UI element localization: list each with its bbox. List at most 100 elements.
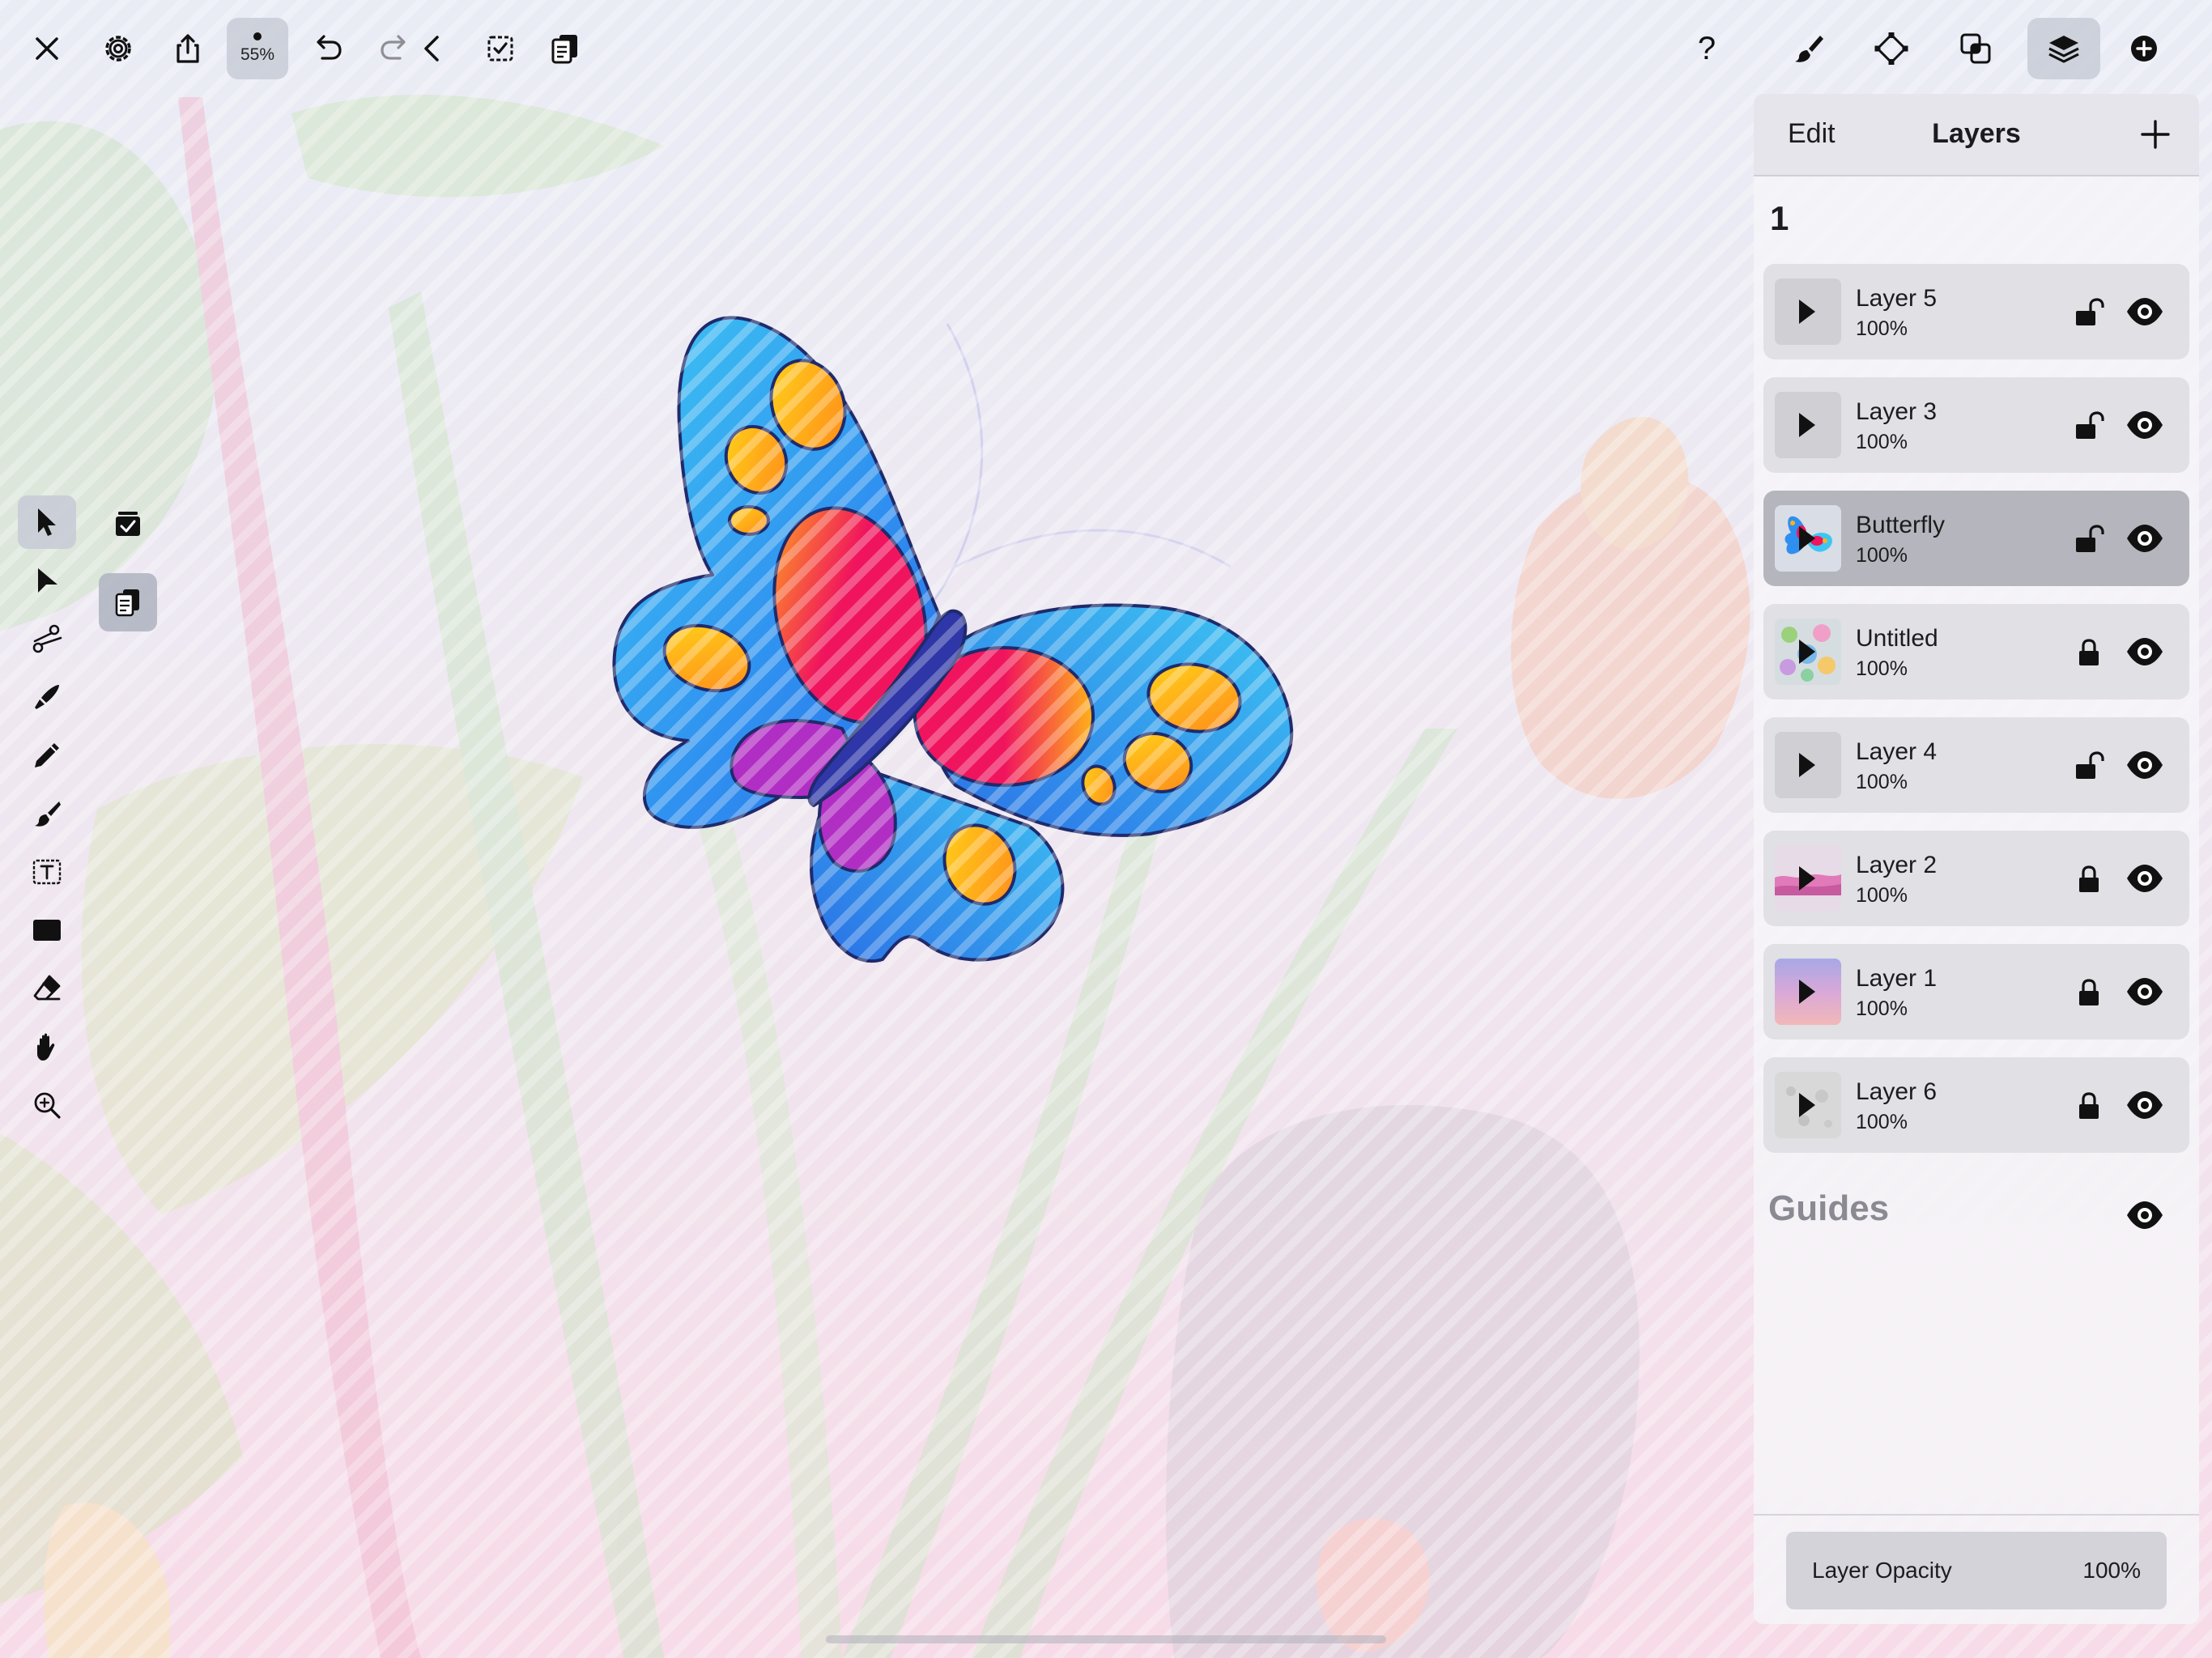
- layer-opacity: 100%: [1856, 317, 1908, 340]
- visibility-eye-icon[interactable]: [2125, 746, 2165, 784]
- layer-row[interactable]: Layer 5 100%: [1763, 264, 2189, 359]
- settings-button[interactable]: [87, 18, 149, 79]
- layer-row[interactable]: Layer 2 100%: [1763, 831, 2189, 926]
- combine-shapes-button[interactable]: [1945, 18, 2006, 79]
- panel-divider: [1754, 1514, 2199, 1516]
- anchor-diamond-icon: [1874, 32, 1908, 65]
- layer-row[interactable]: Layer 3 100%: [1763, 377, 2189, 473]
- direct-select-tool[interactable]: [18, 554, 76, 607]
- layer-row[interactable]: Layer 4 100%: [1763, 717, 2189, 813]
- guides-label: Guides: [1768, 1188, 1890, 1228]
- visibility-eye-icon[interactable]: [2125, 860, 2165, 897]
- add-layer-button[interactable]: [2131, 110, 2180, 159]
- unlock-icon[interactable]: [2073, 296, 2105, 329]
- layer-thumbnail: [1775, 1072, 1841, 1138]
- combine-shapes-icon: [1960, 33, 1991, 64]
- layer-row-selected[interactable]: Butterfly 100%: [1763, 491, 2189, 586]
- lock-icon[interactable]: [2073, 636, 2105, 669]
- expand-triangle-icon[interactable]: [1799, 866, 1815, 891]
- pencil-icon: [35, 743, 59, 767]
- shape-icon: [33, 920, 61, 941]
- shape-tool[interactable]: [18, 903, 76, 957]
- copy-button[interactable]: [99, 573, 157, 631]
- back-chevron-icon: [424, 36, 439, 62]
- expand-triangle-icon[interactable]: [1799, 980, 1815, 1004]
- help-button[interactable]: ?: [1676, 18, 1738, 79]
- layer-name: Layer 4: [1856, 738, 1938, 765]
- guides-visibility-eye-icon[interactable]: [2125, 1197, 2165, 1234]
- lock-icon[interactable]: [2073, 1090, 2105, 1122]
- lock-icon[interactable]: [2073, 976, 2105, 1009]
- add-button[interactable]: [2113, 18, 2175, 79]
- layer-name: Layer 6: [1856, 1078, 1938, 1105]
- back-button[interactable]: [408, 18, 457, 79]
- expand-triangle-icon[interactable]: [1799, 526, 1815, 551]
- layer-opacity: 100%: [1856, 884, 1908, 907]
- share-button[interactable]: [157, 18, 219, 79]
- hand-tool[interactable]: [18, 1020, 76, 1073]
- unlock-icon[interactable]: [2073, 523, 2105, 555]
- layer-opacity: 100%: [1856, 657, 1908, 680]
- zoom-level-label: 55%: [240, 45, 275, 64]
- layer-thumbnail: [1775, 278, 1841, 345]
- paste-in-place-button[interactable]: [99, 494, 157, 552]
- layer-opacity: 100%: [1856, 771, 1908, 793]
- layer-row[interactable]: Untitled 100%: [1763, 604, 2189, 699]
- brush-icon: [1795, 36, 1823, 62]
- layer-opacity: 100%: [1856, 997, 1908, 1020]
- layers-button[interactable]: [2027, 18, 2100, 79]
- layer-name: Layer 2: [1856, 852, 1938, 878]
- layer-name: Layer 1: [1856, 965, 1938, 992]
- visibility-eye-icon[interactable]: [2125, 1086, 2165, 1124]
- pencil-tool[interactable]: [18, 729, 76, 782]
- layer-thumbnail: [1775, 845, 1841, 912]
- pen-icon: [35, 685, 59, 709]
- expand-triangle-icon[interactable]: [1799, 300, 1815, 324]
- lock-icon[interactable]: [2073, 863, 2105, 895]
- select-all-button[interactable]: [470, 18, 531, 79]
- visibility-eye-icon[interactable]: [2125, 973, 2165, 1010]
- close-button[interactable]: [16, 18, 78, 79]
- visibility-eye-icon[interactable]: [2125, 293, 2165, 330]
- brush-settings-button[interactable]: [1778, 18, 1840, 79]
- zoom-level-button[interactable]: 55%: [227, 18, 288, 79]
- brush-tool[interactable]: [18, 787, 76, 840]
- anchor-tool-button[interactable]: [1861, 18, 1922, 79]
- pen-tool[interactable]: [18, 670, 76, 724]
- layer-name: Layer 5: [1856, 285, 1938, 312]
- expand-triangle-icon[interactable]: [1799, 640, 1815, 664]
- layers-panel-header: Edit Layers: [1754, 94, 2199, 176]
- expand-triangle-icon[interactable]: [1799, 1093, 1815, 1117]
- layer-opacity-value: 100%: [2082, 1558, 2141, 1583]
- undo-icon: [317, 35, 342, 60]
- layer-thumbnail: [1775, 392, 1841, 458]
- layer-row[interactable]: Layer 1 100%: [1763, 944, 2189, 1039]
- zoom-indicator-dot: [253, 32, 262, 40]
- layer-name: Untitled: [1856, 625, 1938, 652]
- home-indicator[interactable]: [826, 1635, 1386, 1643]
- unlock-icon[interactable]: [2073, 410, 2105, 442]
- share-icon: [177, 34, 199, 63]
- visibility-eye-icon[interactable]: [2125, 406, 2165, 444]
- layer-opacity: 100%: [1856, 544, 1908, 567]
- add-circle-icon: [2131, 36, 2157, 62]
- scissors-tool[interactable]: [18, 612, 76, 665]
- visibility-eye-icon[interactable]: [2125, 520, 2165, 557]
- text-tool[interactable]: [18, 845, 76, 899]
- close-icon: [36, 37, 58, 60]
- expand-triangle-icon[interactable]: [1799, 413, 1815, 437]
- layer-row[interactable]: Layer 6 100%: [1763, 1057, 2189, 1153]
- text-tool-icon: [32, 859, 62, 885]
- artboard-group-label[interactable]: 1: [1770, 199, 1789, 238]
- visibility-eye-icon[interactable]: [2125, 633, 2165, 670]
- eraser-tool[interactable]: [18, 962, 76, 1015]
- unlock-icon[interactable]: [2073, 750, 2105, 782]
- zoom-tool[interactable]: [18, 1078, 76, 1132]
- layer-opacity-slider[interactable]: Layer Opacity 100%: [1786, 1532, 2167, 1609]
- hand-icon: [37, 1033, 55, 1061]
- duplicate-button[interactable]: [534, 18, 596, 79]
- expand-triangle-icon[interactable]: [1799, 753, 1815, 777]
- select-tool[interactable]: [18, 495, 76, 549]
- undo-button[interactable]: [296, 18, 358, 79]
- layer-thumbnail: [1775, 959, 1841, 1025]
